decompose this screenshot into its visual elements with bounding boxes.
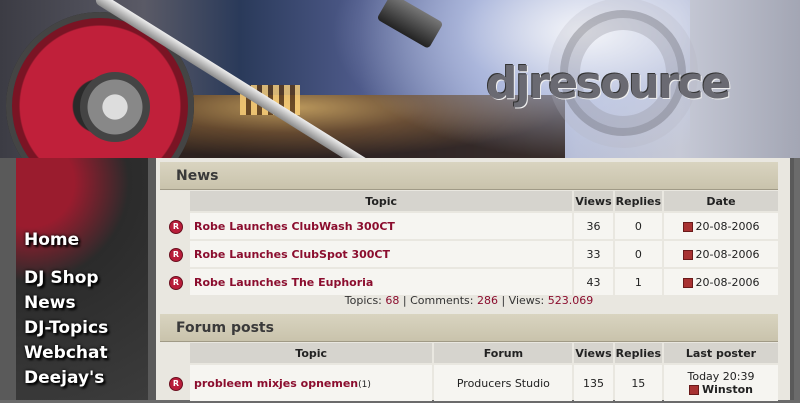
news-views: 43 (574, 269, 613, 295)
arrow-right-icon[interactable] (689, 385, 700, 395)
robe-logo-icon: R (169, 376, 183, 391)
news-date-cell: 20-08-2006 (664, 241, 778, 267)
last-poster-name[interactable]: Winston (702, 383, 753, 396)
stats-divider: | (501, 294, 506, 307)
news-col-topic: Topic (190, 191, 573, 211)
forum-name[interactable]: Producers Studio (434, 365, 573, 401)
forum-col-views: Views (574, 343, 613, 363)
news-col-replies: Replies (614, 191, 662, 211)
arrow-right-icon[interactable] (682, 221, 693, 232)
site-logo[interactable]: djresource (486, 58, 731, 109)
news-views: 36 (574, 213, 613, 239)
news-col-views: Views (574, 191, 613, 211)
forum-topic-pages[interactable]: (1) (358, 380, 371, 390)
forum-section-title: Forum posts (160, 314, 778, 342)
forum-topic-cell: probleem mixjes opnemen(1) (190, 365, 433, 401)
nav-home[interactable]: Home (24, 230, 79, 250)
robe-logo-icon: R (169, 247, 183, 262)
nav-deejays[interactable]: Deejay's (24, 368, 104, 388)
forum-col-replies: Replies (614, 343, 662, 363)
forum-col-last-poster: Last poster (664, 343, 778, 363)
nav-webchat[interactable]: Webchat (24, 343, 108, 363)
header-banner: djresource (0, 0, 800, 158)
arrow-right-icon[interactable] (682, 277, 693, 288)
forum-col-topic: Topic (190, 343, 433, 363)
news-replies: 1 (614, 269, 662, 295)
table-row: R Robe Launches ClubWash 300CT 36 0 20-0… (164, 213, 778, 239)
news-topic-link[interactable]: Robe Launches ClubWash 300CT (190, 213, 573, 239)
news-date: 20-08-2006 (695, 275, 760, 289)
nav-dj-shop[interactable]: DJ Shop (24, 268, 99, 288)
last-post-time: Today 20:39 (687, 370, 755, 383)
news-date-cell: 20-08-2006 (664, 269, 778, 295)
news-table: Topic Views Replies Date R Robe Launches… (162, 189, 780, 297)
robe-logo-icon: R (169, 275, 183, 290)
table-row: R Robe Launches The Euphoria 43 1 20-08-… (164, 269, 778, 295)
stats-divider: | (402, 294, 407, 307)
table-row: R Robe Launches ClubSpot 300CT 33 0 20-0… (164, 241, 778, 267)
news-views: 33 (574, 241, 613, 267)
news-date-cell: 20-08-2006 (664, 213, 778, 239)
news-replies: 0 (614, 241, 662, 267)
forum-replies: 15 (614, 365, 662, 401)
table-row: R probleem mixjes opnemen(1) Producers S… (164, 365, 778, 401)
topics-count: 68 (385, 294, 400, 307)
news-date: 20-08-2006 (695, 247, 760, 261)
news-stats: Topics: 68 | Comments: 286 | Views: 523.… (160, 294, 778, 307)
sidebar-edge (0, 158, 16, 400)
comments-label: Comments: (410, 294, 474, 307)
views-label: Views: (508, 294, 545, 307)
news-topic-link[interactable]: Robe Launches ClubSpot 300CT (190, 241, 573, 267)
nav-news[interactable]: News (24, 293, 76, 313)
news-replies: 0 (614, 213, 662, 239)
views-count: 523.069 (547, 294, 594, 307)
topics-label: Topics: (344, 294, 382, 307)
news-date: 20-08-2006 (695, 219, 760, 233)
tonearm-base (80, 72, 150, 142)
news-section-title: News (160, 162, 778, 190)
nav-dj-topics[interactable]: DJ-Topics (24, 318, 108, 338)
forum-table: Topic Forum Views Replies Last poster R … (162, 341, 780, 403)
news-topic-link[interactable]: Robe Launches The Euphoria (190, 269, 573, 295)
comments-count: 286 (476, 294, 498, 307)
robe-logo-icon: R (169, 219, 183, 234)
forum-views: 135 (574, 365, 613, 401)
forum-topic-link[interactable]: probleem mixjes opnemen (194, 377, 358, 390)
forum-col-forum: Forum (434, 343, 573, 363)
news-col-date: Date (664, 191, 778, 211)
arrow-right-icon[interactable] (682, 249, 693, 260)
icon-column-header (164, 191, 188, 211)
last-poster-cell: Today 20:39 Winston (664, 365, 778, 401)
icon-column-header (164, 343, 188, 363)
